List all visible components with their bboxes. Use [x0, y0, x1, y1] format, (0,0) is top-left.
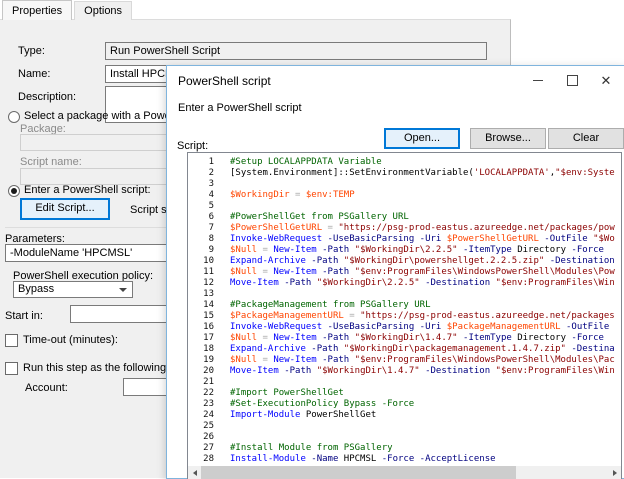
code-line: 28Install-Module -Name HPCMSL -Force -Ac… [188, 454, 621, 465]
minimize-button[interactable] [521, 67, 555, 93]
line-number: 23 [188, 399, 214, 410]
line-number: 10 [188, 256, 214, 267]
powershell-script-dialog: PowerShell script ✕ Enter a PowerShell s… [166, 65, 624, 479]
tab-properties[interactable]: Properties [2, 0, 72, 20]
code-line: 26 [188, 432, 621, 443]
code-line: 19$Null = New-Item -Path "$env:ProgramFi… [188, 355, 621, 366]
scrollbar-thumb[interactable] [201, 466, 516, 479]
window-controls: ✕ [521, 67, 623, 93]
line-number: 3 [188, 179, 214, 190]
dialog-subtitle: Enter a PowerShell script [178, 102, 302, 114]
open-button[interactable]: Open... [384, 128, 460, 149]
line-number: 18 [188, 344, 214, 355]
line-number: 6 [188, 212, 214, 223]
name-label: Name: [18, 68, 50, 80]
code-line: 9$Null = New-Item -Path "$WorkingDir\2.2… [188, 245, 621, 256]
code-line: 2[System.Environment]::SetEnvironmentVar… [188, 168, 621, 179]
line-number: 24 [188, 410, 214, 421]
line-number: 2 [188, 168, 214, 179]
line-number: 20 [188, 366, 214, 377]
tab-options[interactable]: Options [74, 1, 132, 20]
type-label: Type: [18, 45, 45, 57]
line-number: 8 [188, 234, 214, 245]
code-line: 23#Set-ExecutionPolicy Bypass -Force [188, 399, 621, 410]
type-field: Run PowerShell Script [105, 42, 487, 60]
script-label: Script: [177, 140, 208, 152]
line-number: 13 [188, 289, 214, 300]
maximize-button[interactable] [555, 67, 589, 93]
line-number: 12 [188, 278, 214, 289]
code-line: 11$Null = New-Item -Path "$env:ProgramFi… [188, 267, 621, 278]
line-number: 16 [188, 322, 214, 333]
line-number: 14 [188, 300, 214, 311]
code-line: 18Expand-Archive -Path "$WorkingDir\pack… [188, 344, 621, 355]
code-line: 21 [188, 377, 621, 388]
line-number: 7 [188, 223, 214, 234]
code-line: 1#Setup LOCALAPPDATA Variable [188, 157, 621, 168]
close-button[interactable]: ✕ [589, 67, 623, 93]
code-line: 8Invoke-WebRequest -UseBasicParsing -Uri… [188, 234, 621, 245]
line-number: 15 [188, 311, 214, 322]
script-name-label: Script name: [20, 156, 82, 168]
code-line: 5 [188, 201, 621, 212]
dialog-title: PowerShell script [178, 74, 271, 88]
execution-policy-value: Bypass [18, 283, 54, 295]
code-line: 27#Install Module from PSGallery [188, 443, 621, 454]
line-number: 26 [188, 432, 214, 443]
line-number: 21 [188, 377, 214, 388]
code-line: 17$Null = New-Item -Path "$WorkingDir\1.… [188, 333, 621, 344]
line-number: 19 [188, 355, 214, 366]
code-line: 22#Import PowerShellGet [188, 388, 621, 399]
code-line: 13 [188, 289, 621, 300]
line-number: 17 [188, 333, 214, 344]
code-line: 4$WorkingDir = $env:TEMP [188, 190, 621, 201]
scroll-right-arrow-icon[interactable] [608, 466, 621, 479]
line-number: 5 [188, 201, 214, 212]
line-number: 1 [188, 157, 214, 168]
chevron-down-icon [119, 288, 127, 292]
start-in-label: Start in: [5, 310, 43, 322]
maximize-icon [567, 75, 578, 86]
horizontal-scrollbar[interactable] [188, 466, 621, 479]
script-editor[interactable]: 1#Setup LOCALAPPDATA Variable2[System.En… [187, 152, 622, 479]
edit-script-button[interactable]: Edit Script... [20, 198, 110, 220]
timeout-checkbox[interactable] [5, 334, 18, 347]
enter-script-label: Enter a PowerShell script: [24, 184, 151, 196]
line-number: 4 [188, 190, 214, 201]
code-line: 10Expand-Archive -Path "$WorkingDir\powe… [188, 256, 621, 267]
code-line: 3 [188, 179, 621, 190]
minimize-icon [533, 80, 543, 81]
line-number: 28 [188, 454, 214, 465]
select-package-radio[interactable] [8, 111, 20, 123]
code-line: 14#PackageManagement from PSGallery URL [188, 300, 621, 311]
line-number: 25 [188, 421, 214, 432]
description-label: Description: [18, 91, 76, 103]
tab-strip: Properties Options [2, 1, 134, 21]
code-line: 6#PowerShellGet from PSGallery URL [188, 212, 621, 223]
browse-button[interactable]: Browse... [470, 128, 546, 149]
account-label: Account: [25, 382, 68, 394]
code-lines: 1#Setup LOCALAPPDATA Variable2[System.En… [188, 153, 621, 465]
code-line: 12Move-Item -Path "$WorkingDir\2.2.5" -D… [188, 278, 621, 289]
close-icon: ✕ [601, 74, 612, 87]
code-line: 7$PowerShellGetURL = "https://psg-prod-e… [188, 223, 621, 234]
line-number: 22 [188, 388, 214, 399]
run-as-account-checkbox[interactable] [5, 362, 18, 375]
code-line: 20Move-Item -Path "$WorkingDir\1.4.7" -D… [188, 366, 621, 377]
clear-button[interactable]: Clear [548, 128, 624, 149]
line-number: 9 [188, 245, 214, 256]
scroll-left-arrow-icon[interactable] [188, 466, 201, 479]
line-number: 27 [188, 443, 214, 454]
code-line: 25 [188, 421, 621, 432]
timeout-label: Time-out (minutes): [23, 334, 118, 346]
enter-script-radio[interactable] [8, 185, 20, 197]
code-line: 15$PackageManagementURL = "https://psg-p… [188, 311, 621, 322]
line-number: 11 [188, 267, 214, 278]
code-line: 16Invoke-WebRequest -UseBasicParsing -Ur… [188, 322, 621, 333]
execution-policy-dropdown[interactable]: Bypass [13, 281, 133, 298]
code-line: 24Import-Module PowerShellGet [188, 410, 621, 421]
